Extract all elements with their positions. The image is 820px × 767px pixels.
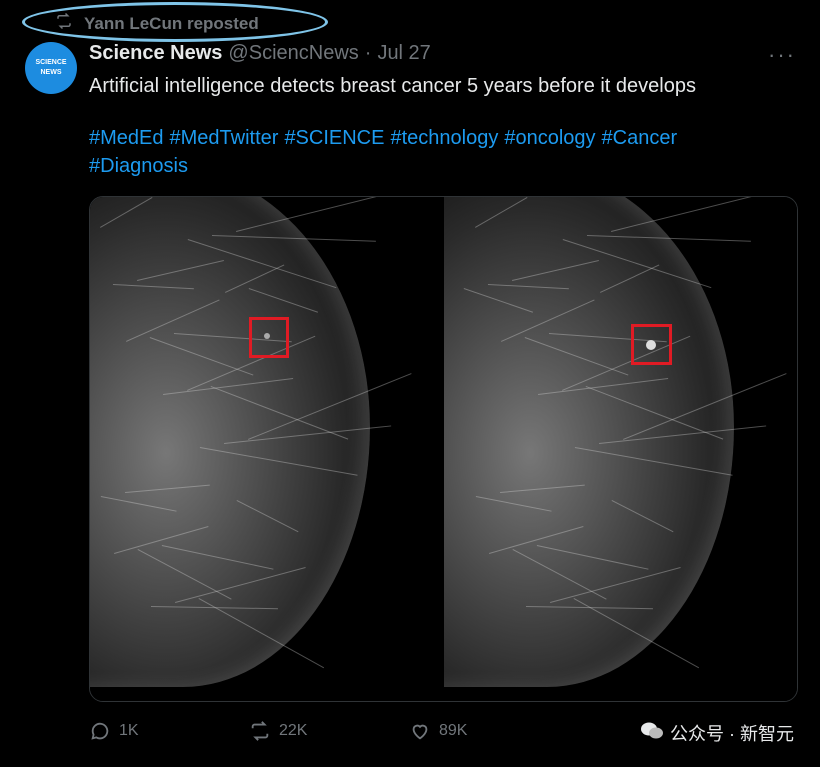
tissue-streak <box>199 447 358 476</box>
reply-button[interactable]: 1K <box>89 720 249 742</box>
tissue-streak <box>248 373 412 440</box>
wechat-icon <box>640 721 664 746</box>
avatar-text-line2: NEWS <box>40 69 62 76</box>
tissue-streak <box>100 496 177 512</box>
repost-icon <box>54 12 74 35</box>
hashtag-link[interactable]: #oncology <box>504 127 595 149</box>
tissue-streak <box>586 235 751 242</box>
repost-indicator[interactable]: Yann LeCun reposted <box>54 12 259 35</box>
tissue-streak <box>623 373 787 440</box>
hashtag-list: #MedEd #MedTwitter #SCIENCE #technology #onc… <box>89 124 779 180</box>
tissue-streak <box>225 264 285 293</box>
tissue-streak <box>150 606 278 610</box>
tissue-streak <box>489 525 584 554</box>
tissue-streak <box>114 525 209 554</box>
hashtag-link[interactable]: #Diagnosis <box>89 155 188 177</box>
tissue-streak <box>611 197 779 232</box>
tweet-date[interactable]: Jul 27 <box>377 42 430 65</box>
mammogram-image-left <box>90 197 443 701</box>
tweet-media[interactable] <box>89 196 798 702</box>
tissue-streak <box>463 288 534 313</box>
tissue-streak <box>236 197 404 232</box>
tissue-streak <box>574 447 733 476</box>
more-options-icon[interactable]: ··· <box>768 42 796 68</box>
avatar-text-line1: SCIENCE <box>35 59 67 66</box>
watermark-text: 公众号 · 新智元 <box>670 724 794 744</box>
reply-icon <box>91 722 109 740</box>
repost-count: 22K <box>279 722 308 739</box>
mammogram-left <box>90 197 412 687</box>
tissue-streak <box>550 567 681 603</box>
tumor-spot-right <box>646 340 656 350</box>
repost-button[interactable]: 22K <box>249 720 409 742</box>
tissue-streak <box>137 259 224 281</box>
reply-count: 1K <box>119 722 139 739</box>
tissue-streak <box>500 484 585 493</box>
tissue-streak <box>536 545 649 570</box>
mammogram-image-right <box>444 197 797 701</box>
like-count: 89K <box>439 722 468 739</box>
hashtag-link[interactable]: #technology <box>390 127 498 149</box>
heart-icon <box>412 724 428 740</box>
tissue-streak <box>524 337 629 376</box>
tumor-spot-left <box>264 333 270 339</box>
tissue-streak <box>236 500 299 533</box>
tweet-text: Artificial intelligence detects breast c… <box>89 75 696 97</box>
tissue-streak <box>100 197 153 228</box>
tissue-streak <box>112 284 194 290</box>
header-separator: · <box>364 42 372 64</box>
tissue-streak <box>224 425 392 444</box>
tissue-streak <box>600 264 660 293</box>
tissue-streak <box>512 259 599 281</box>
avatar[interactable]: SCIENCE NEWS <box>25 42 77 94</box>
tissue-streak <box>248 288 319 313</box>
hashtag-link[interactable]: #MedTwitter <box>170 127 279 149</box>
mammogram-right <box>444 197 787 687</box>
watermark: 公众号 · 新智元 <box>640 720 794 746</box>
tissue-streak <box>475 496 552 512</box>
tissue-streak <box>599 425 767 444</box>
hashtag-link[interactable]: #SCIENCE <box>284 127 384 149</box>
author-handle[interactable]: @SciencNews <box>228 42 358 65</box>
tissue-streak <box>487 284 569 290</box>
tissue-streak <box>475 197 528 228</box>
author-name[interactable]: Science News <box>89 42 222 65</box>
tissue-streak <box>211 235 376 242</box>
hashtag-link[interactable]: #MedEd <box>89 127 164 149</box>
tissue-streak <box>525 606 653 610</box>
repost-label: Yann LeCun reposted <box>84 13 259 33</box>
tissue-streak <box>611 500 674 533</box>
tissue-streak <box>125 484 210 493</box>
repost-action-icon <box>251 721 269 741</box>
tissue-streak <box>175 567 306 603</box>
hashtag-link[interactable]: #Cancer <box>602 127 678 149</box>
tissue-streak <box>161 545 274 570</box>
tweet-header: Science News @SciencNews · Jul 27 <box>89 42 431 65</box>
like-button[interactable]: 89K <box>409 720 569 742</box>
tissue-streak <box>149 337 254 376</box>
